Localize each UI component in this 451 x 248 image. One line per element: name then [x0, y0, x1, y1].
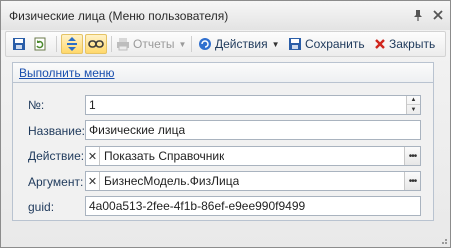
- spin-down-icon: ▼: [410, 106, 417, 113]
- action-label: Действие:: [28, 149, 85, 163]
- guid-field[interactable]: 4a00a513-2fee-4f1b-86ef-e9ee990f9499: [85, 196, 421, 216]
- chevron-down-icon: ▼: [271, 39, 280, 49]
- close-icon[interactable]: [431, 8, 445, 22]
- group-header: Выполнить меню: [12, 62, 434, 83]
- spin-buttons[interactable]: ▲ ▼: [406, 96, 420, 114]
- title-bar[interactable]: Физические лица (Меню пользователя): [1, 1, 450, 30]
- floppy-icon: [289, 38, 301, 50]
- window-title: Физические лица (Меню пользователя): [9, 9, 229, 23]
- dialog-window: Физические лица (Меню пользователя) Отче…: [0, 0, 451, 248]
- floppy-icon: [13, 38, 25, 50]
- spin-up-icon: ▲: [407, 96, 420, 105]
- chevron-down-icon: ▼: [178, 39, 187, 49]
- toolbar: Отчеты ▼ Действия ▼ Сохранить Закрыть: [5, 31, 446, 57]
- ellipsis-button[interactable]: •••: [404, 172, 420, 190]
- close-button[interactable]: Закрыть: [374, 34, 435, 54]
- printer-icon: [117, 38, 129, 51]
- resize-grip-icon[interactable]: [438, 235, 448, 245]
- save-button[interactable]: Сохранить: [288, 34, 365, 54]
- guid-label: guid:: [28, 200, 55, 214]
- actions-icon: [199, 38, 211, 50]
- link-button[interactable]: [85, 34, 107, 54]
- expand-collapse-icon: [67, 37, 77, 51]
- expand-collapse-button[interactable]: [61, 34, 83, 54]
- refresh-document-icon: [34, 37, 46, 51]
- pin-icon[interactable]: [411, 8, 425, 22]
- name-label: Название:: [28, 124, 85, 138]
- run-menu-link[interactable]: Выполнить меню: [19, 66, 115, 80]
- link-icon: [88, 40, 104, 48]
- action-field[interactable]: ✕ Показать Справочник •••: [85, 146, 421, 166]
- name-field[interactable]: Физические лица: [85, 120, 421, 140]
- actions-button[interactable]: Действия ▼: [198, 34, 280, 54]
- argument-label: Аргумент:: [28, 175, 84, 189]
- clear-icon[interactable]: ✕: [86, 172, 100, 190]
- refresh-doc-button[interactable]: [33, 34, 51, 54]
- clear-icon[interactable]: ✕: [86, 147, 100, 165]
- argument-field[interactable]: ✕ БизнесМодель.ФизЛица •••: [85, 171, 421, 191]
- reports-button[interactable]: Отчеты ▼: [116, 34, 186, 54]
- close-red-icon: [375, 39, 385, 49]
- save-icon-button[interactable]: [12, 34, 30, 54]
- number-label: №:: [28, 98, 45, 112]
- number-stepper[interactable]: 1 ▲ ▼: [85, 95, 421, 115]
- ellipsis-button[interactable]: •••: [404, 147, 420, 165]
